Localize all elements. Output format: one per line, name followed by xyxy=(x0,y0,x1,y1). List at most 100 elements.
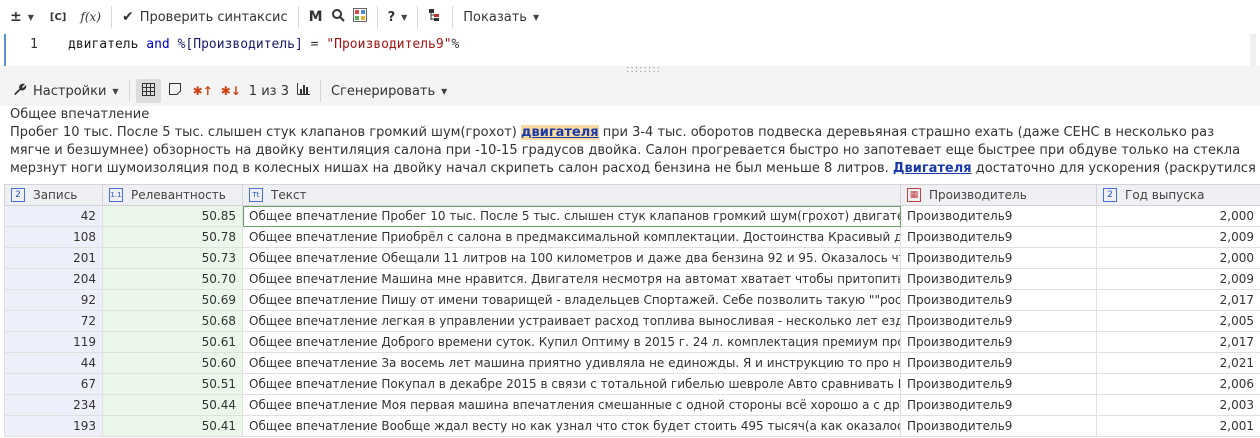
table-row[interactable]: 193 50.41 Общее впечатление Вообще ждал ве… xyxy=(4,415,1260,437)
text-cell[interactable]: Общее впечатление Пишу от имени товарище… xyxy=(242,289,901,311)
relevance-cell[interactable]: 50.78 xyxy=(102,226,243,248)
record-cell[interactable]: 42 xyxy=(4,205,103,227)
column-header-maker[interactable]: ▦ Производитель xyxy=(900,184,1097,206)
year-cell[interactable]: 2,001 xyxy=(1096,415,1260,437)
check-syntax-button[interactable]: ✔ Проверить синтаксис xyxy=(118,4,292,30)
record-cell[interactable]: 44 xyxy=(4,352,103,374)
column-header-text[interactable]: Tt Текст xyxy=(242,184,901,206)
maker-cell[interactable]: Производитель9 xyxy=(900,289,1097,311)
relevance-cell[interactable]: 50.68 xyxy=(102,310,243,332)
sort-asc-button[interactable]: ✱↓ xyxy=(217,79,245,103)
table-row[interactable]: 44 50.60 Общее впечатление За восемь лет м… xyxy=(4,352,1260,374)
table-row[interactable]: 42 50.85 Общее впечатление Пробег 10 тыс. … xyxy=(4,205,1260,227)
maker-cell[interactable]: Производитель9 xyxy=(900,310,1097,332)
column-header-relevance[interactable]: 1.1 Релевантность xyxy=(102,184,243,206)
text-cell[interactable]: Общее впечатление Приобрёл с салона в пр… xyxy=(242,226,901,248)
maker-cell[interactable]: Производитель9 xyxy=(900,247,1097,269)
card-view-button[interactable] xyxy=(165,79,185,103)
tree-button[interactable] xyxy=(424,4,446,30)
text-cell[interactable]: Общее впечатление Обещали 11 литров на 1… xyxy=(242,247,901,269)
formula-editor[interactable]: 1 двигатель and %[Производитель] = "Прои… xyxy=(4,34,1256,66)
text-cell[interactable]: Общее впечатление Доброго времени суток.… xyxy=(242,331,901,353)
editor-scrollbar[interactable] xyxy=(1250,34,1256,66)
palette-button[interactable] xyxy=(349,4,371,30)
text-cell[interactable]: Общее впечатление За восемь лет машина п… xyxy=(242,352,901,374)
card-icon xyxy=(168,83,181,99)
text-cell[interactable]: Общее впечатление Покупал в декабре 2015… xyxy=(242,373,901,395)
relevance-cell[interactable]: 50.44 xyxy=(102,394,243,416)
table-row[interactable]: 67 50.51 Общее впечатление Покупал в декаб… xyxy=(4,373,1260,395)
year-cell[interactable]: 2,021 xyxy=(1096,352,1260,374)
table-row[interactable]: 92 50.69 Общее впечатление Пишу от имени т… xyxy=(4,289,1260,311)
maker-cell[interactable]: Производитель9 xyxy=(900,205,1097,227)
panel-splitter[interactable]: :::::::: xyxy=(0,65,1260,76)
splitter-grip[interactable]: :::::::: xyxy=(626,65,661,75)
table-row[interactable]: 108 50.78 Общее впечатление Приобрёл с сал… xyxy=(4,226,1260,248)
chart-button[interactable] xyxy=(293,79,314,103)
record-cell[interactable]: 201 xyxy=(4,247,103,269)
record-cell[interactable]: 193 xyxy=(4,415,103,437)
relevance-cell[interactable]: 50.85 xyxy=(102,205,243,227)
year-cell[interactable]: 2,005 xyxy=(1096,310,1260,332)
maker-cell[interactable]: Производитель9 xyxy=(900,373,1097,395)
maker-cell[interactable]: Производитель9 xyxy=(900,226,1097,248)
record-cell[interactable]: 67 xyxy=(4,373,103,395)
record-cell[interactable]: 108 xyxy=(4,226,103,248)
preview-text-1: Пробег 10 тыс. После 5 тыс. слышен стук … xyxy=(10,125,517,140)
relevance-cell[interactable]: 50.61 xyxy=(102,331,243,353)
preview-body: Пробег 10 тыс. После 5 тыс. слышен стук … xyxy=(10,124,1256,178)
table-view-button[interactable] xyxy=(135,79,161,103)
function-button[interactable]: f(x) xyxy=(76,4,105,30)
record-cell[interactable]: 234 xyxy=(4,394,103,416)
record-cell[interactable]: 204 xyxy=(4,268,103,290)
zoom-button[interactable] xyxy=(327,4,349,30)
relevance-cell[interactable]: 50.41 xyxy=(102,415,243,437)
formula-code[interactable]: двигатель and %[Производитель] = "Произв… xyxy=(68,37,459,52)
m-button[interactable]: M xyxy=(305,4,327,30)
help-button[interactable]: ? ▼ xyxy=(384,4,412,30)
text-cell[interactable]: Общее впечатление Пробег 10 тыс. После 5… xyxy=(242,205,901,227)
year-cell[interactable]: 2,003 xyxy=(1096,394,1260,416)
table-row[interactable]: 234 50.44 Общее впечатление Моя первая маш… xyxy=(4,394,1260,416)
highlight-match-2[interactable]: Двигателя xyxy=(893,161,972,176)
record-cell[interactable]: 92 xyxy=(4,289,103,311)
relevance-cell[interactable]: 50.73 xyxy=(102,247,243,269)
relevance-cell[interactable]: 50.51 xyxy=(102,373,243,395)
table-row[interactable]: 201 50.73 Общее впечатление Обещали 11 лит… xyxy=(4,247,1260,269)
relevance-cell[interactable]: 50.69 xyxy=(102,289,243,311)
text-cell[interactable]: Общее впечатление Машина мне нравится. Д… xyxy=(242,268,901,290)
relevance-cell[interactable]: 50.60 xyxy=(102,352,243,374)
year-cell[interactable]: 2,017 xyxy=(1096,331,1260,353)
year-cell[interactable]: 2,009 xyxy=(1096,268,1260,290)
maker-cell[interactable]: Производитель9 xyxy=(900,268,1097,290)
relevance-cell[interactable]: 50.70 xyxy=(102,268,243,290)
brackets-button[interactable]: [C] xyxy=(46,4,70,30)
record-cell[interactable]: 72 xyxy=(4,310,103,332)
highlight-match-1[interactable]: двигателя xyxy=(521,125,599,140)
maker-cell[interactable]: Производитель9 xyxy=(900,331,1097,353)
plus-minus-button[interactable]: ± ▼ xyxy=(6,4,38,30)
record-cell[interactable]: 119 xyxy=(4,331,103,353)
text-cell[interactable]: Общее впечатление Вообще ждал весту но к… xyxy=(242,415,901,437)
column-header-year[interactable]: 2 Год выпуска xyxy=(1096,184,1260,206)
generate-dropdown[interactable]: Сгенерировать ▼ xyxy=(327,79,451,103)
year-cell[interactable]: 2,009 xyxy=(1096,226,1260,248)
table-row[interactable]: 119 50.61 Общее впечатление Доброго времен… xyxy=(4,331,1260,353)
table-row[interactable]: 204 50.70 Общее впечатление Машина мне нра… xyxy=(4,268,1260,290)
year-cell[interactable]: 2,000 xyxy=(1096,247,1260,269)
table-row[interactable]: 72 50.68 Общее впечатление легкая в управл… xyxy=(4,310,1260,332)
column-header-record[interactable]: 2 Запись xyxy=(4,184,103,206)
text-cell[interactable]: Общее впечатление Моя первая машина впеч… xyxy=(242,394,901,416)
text-cell[interactable]: Общее впечатление легкая в управлении ус… xyxy=(242,310,901,332)
show-dropdown[interactable]: Показать ▼ xyxy=(459,4,543,30)
maker-cell[interactable]: Производитель9 xyxy=(900,352,1097,374)
year-cell[interactable]: 2,006 xyxy=(1096,373,1260,395)
sort-desc-button[interactable]: ✱↑ xyxy=(189,79,217,103)
integer-type-icon: 2 xyxy=(11,188,25,203)
year-cell[interactable]: 2,017 xyxy=(1096,289,1260,311)
maker-cell[interactable]: Производитель9 xyxy=(900,394,1097,416)
table-header-row: 2 Запись 1.1 Релевантность Tt Текст ▦ Произв… xyxy=(4,184,1260,206)
year-cell[interactable]: 2,000 xyxy=(1096,205,1260,227)
settings-dropdown[interactable]: Настройки ▼ xyxy=(10,79,123,103)
maker-cell[interactable]: Производитель9 xyxy=(900,415,1097,437)
